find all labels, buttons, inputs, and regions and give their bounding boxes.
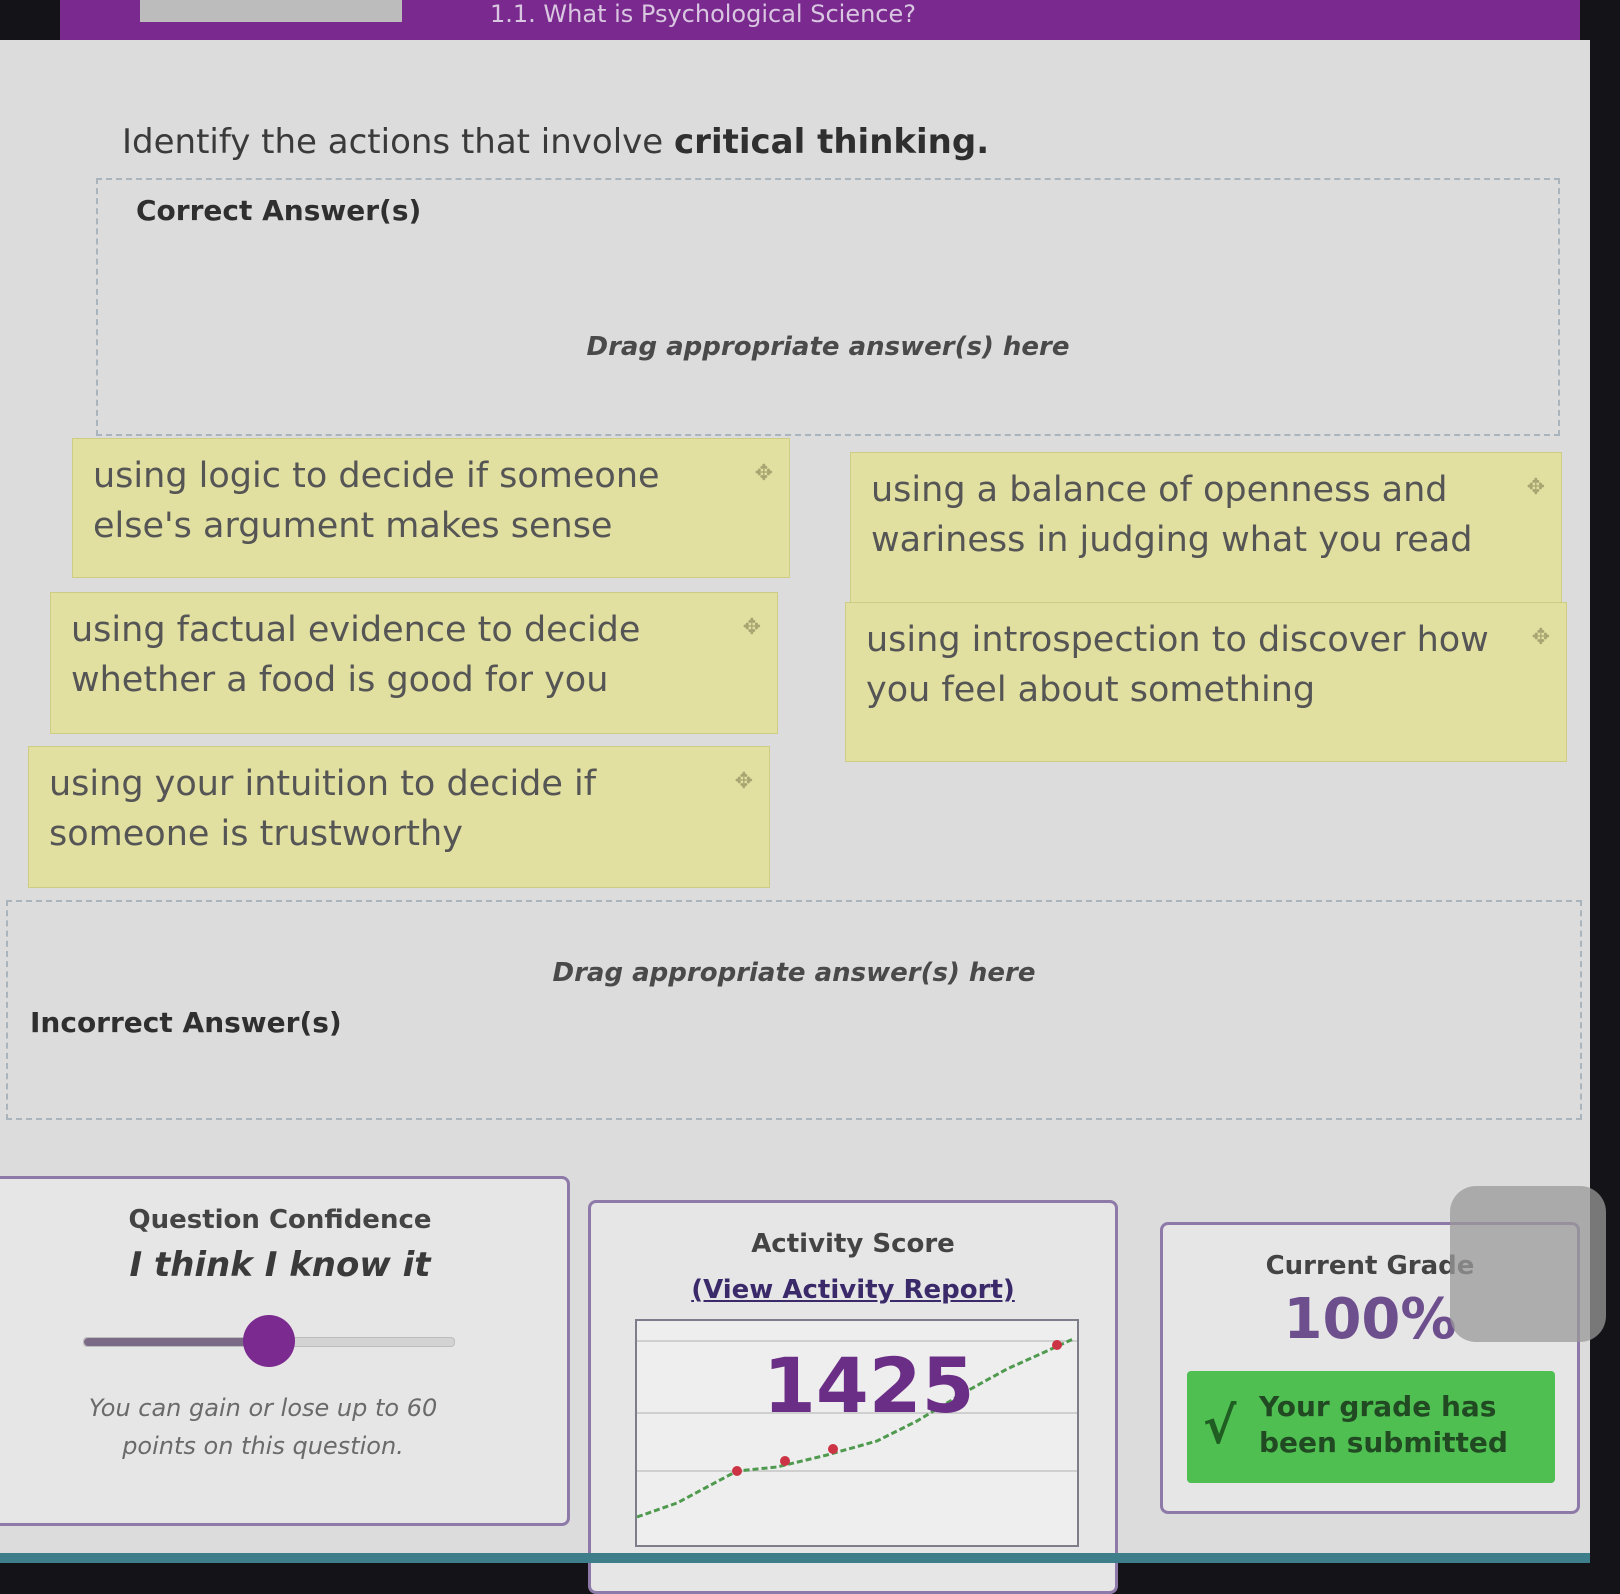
grade-status-box: √ Your grade has been submitted [1187,1371,1555,1483]
answer-text: using your intuition to decide if someon… [49,764,597,854]
trend-marker-incorrect [780,1456,790,1466]
answer-card[interactable]: using a balance of openness and wariness… [850,452,1562,604]
breadcrumb: 1.1. What is Psychological Science? [490,0,916,28]
answer-card[interactable]: using your intuition to decide if someon… [28,746,770,888]
prompt-text: Identify the actions that involve [122,122,675,162]
drag-handle-icon: ✥ [1531,625,1550,650]
answer-card[interactable]: using introspection to discover how you … [845,602,1567,762]
activity-score-panel: Activity Score (View Activity Report) 14… [588,1200,1118,1594]
question-confidence-panel: Question Confidence I think I know it Yo… [0,1176,570,1526]
confidence-note: You can gain or lose up to 60 points on … [88,1394,438,1460]
slider-fill [84,1338,269,1346]
drag-handle-icon: ✥ [754,461,773,486]
view-activity-report-link[interactable]: (View Activity Report) [591,1275,1115,1305]
answer-text: using introspection to discover how you … [866,620,1489,710]
answer-text: using logic to decide if someone else's … [93,456,660,546]
correct-zone-hint: Drag appropriate answer(s) here [586,332,1070,362]
incorrect-answers-dropzone[interactable]: Drag appropriate answer(s) here Incorrec… [6,900,1582,1120]
drag-handle-icon: ✥ [1526,475,1545,500]
activity-score-value: 1425 [763,1341,975,1430]
activity-title: Activity Score [751,1229,955,1259]
answer-card[interactable]: using factual evidence to decide whether… [50,592,778,734]
answer-text: using factual evidence to decide whether… [71,610,641,700]
bottom-strip [0,1553,1590,1563]
header-tab[interactable] [140,0,402,22]
screen-glare [1450,1186,1606,1342]
incorrect-zone-hint: Drag appropriate answer(s) here [552,958,1036,988]
trend-marker-incorrect [828,1444,838,1454]
slider-thumb[interactable] [243,1315,295,1367]
drag-handle-icon: ✥ [734,769,753,794]
prompt-emphasis: critical thinking. [674,122,990,162]
confidence-value: I think I know it [129,1245,431,1285]
trend-marker-incorrect [732,1466,742,1476]
correct-answers-dropzone[interactable]: Correct Answer(s) Drag appropriate answe… [96,178,1560,436]
incorrect-zone-title: Incorrect Answer(s) [30,1006,342,1039]
trend-marker-incorrect [1052,1340,1062,1350]
answer-card[interactable]: using logic to decide if someone else's … [72,438,790,578]
activity-score-chart: 1425 [635,1319,1079,1547]
answer-text: using a balance of openness and wariness… [871,470,1473,560]
check-icon: √ [1203,1397,1237,1455]
correct-zone-title: Correct Answer(s) [136,194,422,227]
confidence-title: Question Confidence [128,1205,432,1235]
confidence-slider[interactable] [83,1315,455,1367]
drag-handle-icon: ✥ [742,615,761,640]
grade-status-text: Your grade has been submitted [1259,1390,1508,1459]
question-prompt: Identify the actions that involve critic… [122,122,989,162]
question-page: Identify the actions that involve critic… [0,40,1606,1594]
